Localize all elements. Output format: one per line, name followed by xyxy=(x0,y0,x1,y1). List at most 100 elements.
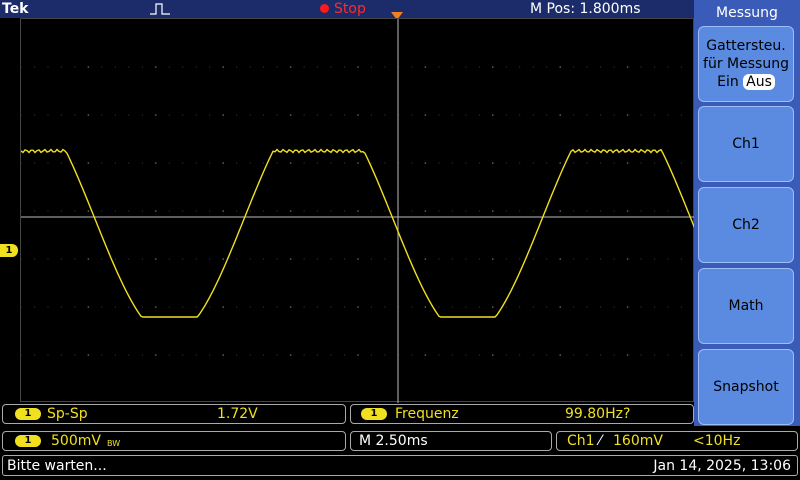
grid-dot xyxy=(155,66,157,68)
grid-dot xyxy=(222,306,224,308)
grid-dot xyxy=(87,66,89,68)
grid-dot xyxy=(141,210,143,212)
grid-dot xyxy=(249,210,251,212)
gating-line1: Gattersteu. xyxy=(706,38,786,54)
grid-dot xyxy=(505,354,507,356)
grid-dot xyxy=(627,306,629,308)
grid-dot xyxy=(465,306,467,308)
grid-dot xyxy=(47,258,49,260)
grid-dot xyxy=(370,210,372,212)
grid-dot xyxy=(344,66,346,68)
grid-dot xyxy=(236,162,238,164)
grid-dot xyxy=(438,306,440,308)
grid-dot xyxy=(613,354,615,356)
grid-dot xyxy=(249,354,251,356)
grid-dot xyxy=(290,306,292,308)
grid-dot xyxy=(74,114,76,116)
grid-dot xyxy=(303,66,305,68)
channel-badge: 1 xyxy=(15,435,41,447)
grid-dot xyxy=(492,114,494,116)
horizontal-scale[interactable]: M 2.50ms xyxy=(350,431,552,451)
grid-dot xyxy=(465,210,467,212)
grid-dot xyxy=(155,354,157,356)
grid-dot xyxy=(492,258,494,260)
grid-dot xyxy=(60,66,62,68)
channel-badge: 1 xyxy=(15,408,41,420)
grid-dot xyxy=(344,354,346,356)
grid-dot xyxy=(236,306,238,308)
grid-dot xyxy=(532,258,534,260)
grid-dot xyxy=(465,114,467,116)
grid-dot xyxy=(357,306,359,308)
grid-dot xyxy=(411,306,413,308)
grid-dot xyxy=(573,210,575,212)
grid-dot xyxy=(141,114,143,116)
grid-dot xyxy=(505,258,507,260)
grid-dot xyxy=(195,210,197,212)
grid-dot xyxy=(451,258,453,260)
grid-dot xyxy=(182,162,184,164)
grid-dot xyxy=(290,210,292,212)
grid-dot xyxy=(586,210,588,212)
snapshot-button[interactable]: Snapshot xyxy=(698,349,794,425)
grid-dot xyxy=(370,162,372,164)
grid-dot xyxy=(627,258,629,260)
gating-button[interactable]: Gattersteu. für Messung Ein Aus xyxy=(698,26,794,102)
grid-dot xyxy=(33,210,35,212)
grid-dot xyxy=(532,354,534,356)
grid-dot xyxy=(559,306,561,308)
grid-dot xyxy=(546,306,548,308)
grid-dot xyxy=(330,306,332,308)
grid-dot xyxy=(627,354,629,356)
measurement-peak-to-peak[interactable]: 1 Sp-Sp 1.72V xyxy=(2,404,346,424)
grid-dot xyxy=(424,114,426,116)
grid-dot xyxy=(640,114,642,116)
grid-dot xyxy=(290,114,292,116)
grid-dot xyxy=(451,306,453,308)
math-button[interactable]: Math xyxy=(698,268,794,344)
grid-dot xyxy=(451,162,453,164)
grid-dot xyxy=(627,162,629,164)
grid-dot xyxy=(586,66,588,68)
grid-dot xyxy=(60,258,62,260)
grid-dot xyxy=(290,66,292,68)
grid-dot xyxy=(465,258,467,260)
ch2-button[interactable]: Ch2 xyxy=(698,187,794,263)
grid-dot xyxy=(600,354,602,356)
grid-dot xyxy=(586,258,588,260)
grid-dot xyxy=(128,114,130,116)
grid-dot xyxy=(492,306,494,308)
grid-dot xyxy=(681,66,683,68)
grid-dot xyxy=(667,354,669,356)
grid-dot xyxy=(209,162,211,164)
grid-dot xyxy=(33,114,35,116)
measurement-frequency[interactable]: 1 Frequenz 99.80Hz? xyxy=(350,404,694,424)
grid-dot xyxy=(87,162,89,164)
grid-dot xyxy=(505,306,507,308)
grid-dot xyxy=(101,258,103,260)
trigger-readout[interactable]: Ch1 ⁄ 160mV <10Hz xyxy=(556,431,798,451)
grid-dot xyxy=(33,306,35,308)
grid-dot xyxy=(182,66,184,68)
grid-dot xyxy=(424,66,426,68)
grid-dot xyxy=(478,306,480,308)
grid-dot xyxy=(478,66,480,68)
grid-dot xyxy=(276,210,278,212)
grid-dot xyxy=(195,66,197,68)
grid-dot xyxy=(263,354,265,356)
grid-dot xyxy=(141,306,143,308)
status-message: Bitte warten... xyxy=(7,458,107,474)
grid-dot xyxy=(21,114,22,116)
grid-dot xyxy=(532,210,534,212)
grid-dot xyxy=(478,258,480,260)
grid-dot xyxy=(546,114,548,116)
grid-dot xyxy=(438,114,440,116)
grid-dot xyxy=(573,306,575,308)
measurement-value: 99.80Hz? xyxy=(565,406,631,422)
ch1-ground-marker[interactable]: 1 xyxy=(0,244,18,257)
ch1-button[interactable]: Ch1 xyxy=(698,106,794,182)
grid-dot xyxy=(101,354,103,356)
grid-dot xyxy=(478,114,480,116)
grid-dot xyxy=(209,210,211,212)
ch1-vertical-scale[interactable]: 1 500mV BW xyxy=(2,431,346,451)
